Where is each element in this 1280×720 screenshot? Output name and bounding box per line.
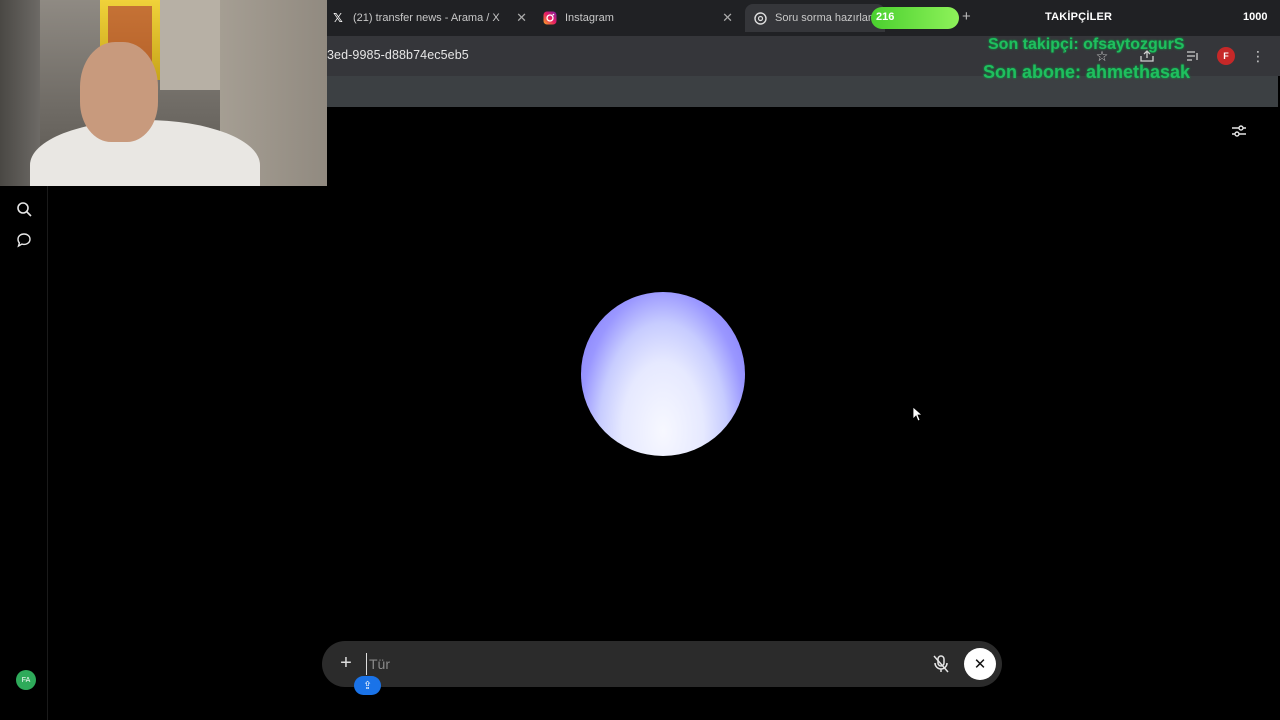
attach-plus-button[interactable]: + bbox=[336, 652, 356, 674]
upload-badge-icon[interactable]: ⇪ bbox=[354, 676, 381, 695]
follower-progress-bar: 216 bbox=[871, 7, 959, 29]
end-voice-close-button[interactable]: ✕ bbox=[964, 648, 996, 680]
sliders-settings-icon[interactable] bbox=[1230, 122, 1248, 140]
mouse-cursor-icon bbox=[912, 406, 924, 422]
voice-orb bbox=[581, 292, 745, 456]
last-follower-text: Son takipçi: ofsaytozgurS bbox=[988, 36, 1185, 53]
openai-icon bbox=[753, 11, 767, 25]
kebab-menu-icon[interactable]: ⋮ bbox=[1248, 46, 1268, 66]
close-icon[interactable]: ✕ bbox=[516, 10, 527, 26]
last-subscriber-text: Son abone: ahmethasak bbox=[983, 62, 1191, 82]
webcam-person-head bbox=[80, 42, 158, 142]
tab-instagram[interactable]: Instagram ✕ bbox=[543, 4, 733, 32]
tab-instagram-label: Instagram bbox=[565, 12, 614, 24]
search-icon[interactable] bbox=[15, 200, 33, 218]
webcam-feed bbox=[0, 0, 327, 186]
mic-muted-icon[interactable] bbox=[930, 653, 952, 675]
x-logo-icon: 𝕏 bbox=[333, 11, 343, 25]
follower-goal-label: TAKİPÇİLER bbox=[1045, 11, 1113, 23]
instagram-icon bbox=[543, 11, 557, 25]
tab-chatgpt[interactable]: Soru sorma hazırlan bbox=[745, 4, 885, 32]
chat-bubble-icon[interactable] bbox=[15, 231, 33, 249]
follower-count: 216 bbox=[876, 11, 895, 23]
user-avatar[interactable]: FA bbox=[16, 670, 36, 690]
address-bar[interactable]: 3ed-9985-d88b74ec5eb5 bbox=[327, 48, 469, 62]
browser-tab-strip: 𝕏 (21) transfer news - Arama / X ✕ Insta… bbox=[327, 0, 1280, 36]
composer-bar: + ✕ bbox=[322, 641, 1002, 687]
tab-x[interactable]: 𝕏 (21) transfer news - Arama / X ✕ bbox=[331, 4, 527, 32]
new-tab-plus-icon[interactable]: + bbox=[962, 8, 971, 25]
tab-x-label: (21) transfer news - Arama / X bbox=[353, 12, 500, 24]
tab-chatgpt-label: Soru sorma hazırlan bbox=[775, 12, 875, 24]
follower-goal-target: 1000 bbox=[1243, 11, 1268, 23]
close-icon[interactable]: ✕ bbox=[722, 10, 733, 26]
profile-avatar[interactable]: F bbox=[1217, 47, 1235, 65]
message-input[interactable] bbox=[366, 653, 906, 675]
webcam-door bbox=[160, 0, 220, 90]
app-sidebar bbox=[0, 186, 48, 720]
